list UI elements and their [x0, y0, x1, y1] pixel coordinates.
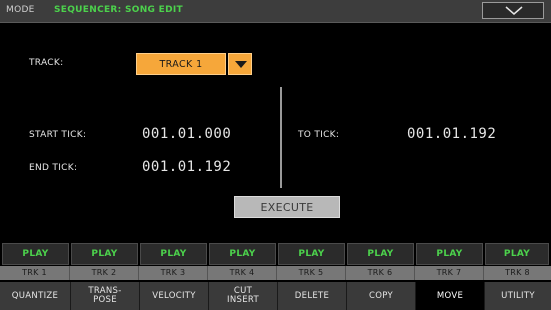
- column-divider: [280, 87, 282, 188]
- execute-button[interactable]: EXECUTE: [234, 196, 340, 218]
- tab-copy[interactable]: COPY: [347, 282, 416, 310]
- tab-delete[interactable]: DELETE: [278, 282, 347, 310]
- start-tick-label: START TICK:: [29, 130, 87, 140]
- track-label: TRACK:: [29, 58, 64, 68]
- tab-cut-insert[interactable]: CUT INSERT: [209, 282, 278, 310]
- track-7-name: TRK 7: [415, 266, 484, 280]
- track-play-row: PLAY PLAY PLAY PLAY PLAY PLAY PLAY PLAY: [0, 243, 551, 265]
- track-6-name: TRK 6: [346, 266, 415, 280]
- track-8-name: TRK 8: [505, 268, 530, 277]
- to-tick-label: TO TICK:: [298, 130, 340, 140]
- end-tick-label: END TICK:: [29, 163, 78, 173]
- track-3-play-button[interactable]: PLAY: [140, 243, 207, 265]
- tab-utility[interactable]: UTILITY: [485, 282, 551, 310]
- start-tick-value[interactable]: 001.01.000: [142, 126, 231, 142]
- sequencer-song-edit-screen: MODE SEQUENCER: SONG EDIT TRACK: START T…: [0, 0, 551, 310]
- track-selector[interactable]: TRACK 1: [136, 53, 257, 75]
- track-7-play-button[interactable]: PLAY: [416, 243, 483, 265]
- tab-move[interactable]: MOVE: [416, 282, 485, 310]
- track-2-play-button[interactable]: PLAY: [71, 243, 138, 265]
- tab-velocity[interactable]: VELOCITY: [140, 282, 209, 310]
- track-5-play-button[interactable]: PLAY: [278, 243, 345, 265]
- track-name-row: TRK 1 TRK 2 TRK 3 TRK 4 TRK 5 TRK 6 TRK …: [0, 266, 551, 280]
- track-1-name: TRK 1: [0, 266, 70, 280]
- chevron-down-icon: [505, 6, 523, 15]
- mode-label: MODE: [6, 5, 35, 15]
- track-5-name: TRK 5: [277, 266, 346, 280]
- end-tick-value[interactable]: 001.01.192: [142, 159, 231, 175]
- track-4-name: TRK 4: [208, 266, 277, 280]
- track-6-play-button[interactable]: PLAY: [347, 243, 414, 265]
- to-tick-value[interactable]: 001.01.192: [407, 126, 496, 142]
- triangle-down-icon: [235, 61, 247, 68]
- track-4-play-button[interactable]: PLAY: [209, 243, 276, 265]
- track-2-name: TRK 2: [70, 266, 139, 280]
- tab-quantize[interactable]: QUANTIZE: [0, 282, 71, 310]
- header-bar: MODE SEQUENCER: SONG EDIT: [0, 0, 551, 23]
- function-tab-bar: QUANTIZE TRANS- POSE VELOCITY CUT INSERT…: [0, 282, 551, 310]
- track-8-play-button[interactable]: PLAY: [485, 243, 549, 265]
- page-menu-button[interactable]: [482, 2, 544, 19]
- track-selector-value[interactable]: TRACK 1: [136, 53, 226, 75]
- track-3-name: TRK 3: [139, 266, 208, 280]
- section-title: SEQUENCER: SONG EDIT: [54, 5, 183, 15]
- tab-transpose[interactable]: TRANS- POSE: [71, 282, 140, 310]
- track-dropdown-button[interactable]: [228, 53, 252, 75]
- track-1-play-button[interactable]: PLAY: [2, 243, 69, 265]
